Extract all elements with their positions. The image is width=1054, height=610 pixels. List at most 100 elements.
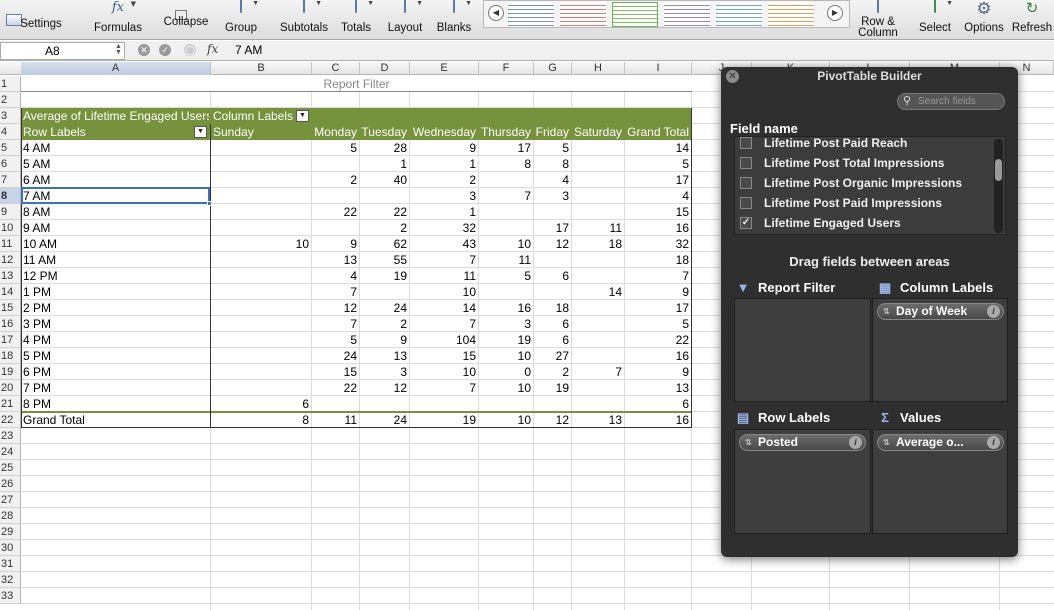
field-list-scrollbar[interactable] [994, 139, 1003, 233]
row-header-11[interactable]: 11 [0, 236, 21, 252]
scroll-thumb[interactable] [995, 159, 1002, 181]
blanks-button[interactable]: ▼ Blanks [435, 0, 473, 40]
row-header-29[interactable]: 29 [0, 524, 21, 540]
field-list[interactable]: Lifetime Post Paid Reach Lifetime Post To… [734, 136, 1006, 235]
row-header-20[interactable]: 20 [0, 380, 21, 396]
options-button[interactable]: ⚙ Options [962, 0, 1006, 40]
row-header-5[interactable]: 5 [0, 140, 21, 156]
row-header-14[interactable]: 14 [0, 284, 21, 300]
field-item[interactable]: Lifetime Post Total Impressions [735, 153, 993, 173]
row-header-8[interactable]: 8 [0, 188, 21, 204]
collapse-button[interactable]: Collapse [148, 0, 216, 40]
checkbox-icon[interactable] [740, 177, 752, 189]
report-filter-cell[interactable]: Report Filter [21, 76, 692, 92]
report-filter-area[interactable] [734, 298, 871, 402]
row-header-9[interactable]: 9 [0, 204, 21, 220]
selected-cell-a8[interactable] [21, 187, 210, 204]
column-labels-area[interactable]: ⇅ Day of Week i [872, 298, 1008, 402]
subtotals-button[interactable]: ▼ Subtotals [278, 0, 330, 40]
select-button[interactable]: ▼ Select [914, 0, 956, 40]
column-header-a[interactable]: A [21, 62, 211, 75]
column-header-h[interactable]: H [572, 62, 625, 75]
enter-icon[interactable]: ✓ [159, 44, 171, 56]
column-header-i[interactable]: I [625, 62, 692, 75]
cancel-icon[interactable]: ✕ [138, 44, 150, 56]
report-filter-text: Report Filter [758, 280, 836, 295]
style-swatch-1[interactable] [508, 2, 554, 27]
column-header-c[interactable]: C [312, 62, 360, 75]
fx-icon[interactable]: fx [207, 42, 218, 56]
info-icon[interactable]: i [987, 436, 1000, 449]
field-item[interactable]: Lifetime Post Paid Reach [735, 137, 993, 153]
row-header-7[interactable]: 7 [0, 172, 21, 188]
scroll-left-icon[interactable]: ◀ [488, 5, 504, 21]
row-header-27[interactable]: 27 [0, 492, 21, 508]
row-header-6[interactable]: 6 [0, 156, 21, 172]
style-swatch-5[interactable] [716, 2, 762, 27]
style-swatch-3[interactable] [612, 2, 658, 27]
row-header-3[interactable]: 3 [0, 108, 21, 124]
info-icon[interactable]: i [849, 436, 862, 449]
values-area[interactable]: ⇅ Average o... i [872, 429, 1008, 534]
formula-builder-icon[interactable]: ◯ [184, 44, 196, 56]
row-header-15[interactable]: 15 [0, 300, 21, 316]
style-swatch-4[interactable] [664, 2, 710, 27]
row-header-10[interactable]: 10 [0, 220, 21, 236]
day-of-week-chip[interactable]: ⇅ Day of Week i [877, 303, 1004, 320]
row-header-12[interactable]: 12 [0, 252, 21, 268]
group-button[interactable]: ▼ Group [222, 0, 260, 40]
column-header-b[interactable]: B [211, 62, 312, 75]
field-item[interactable]: ✓ Lifetime Engaged Users [735, 213, 993, 233]
layout-button[interactable]: ▼ Layout [385, 0, 425, 40]
row-header-28[interactable]: 28 [0, 508, 21, 524]
row-header-4[interactable]: 4 [0, 124, 21, 140]
style-swatch-2[interactable] [560, 2, 606, 27]
search-field[interactable]: ⚲ Search fields [897, 93, 1005, 110]
name-box[interactable]: A8 [0, 42, 125, 60]
row-header-30[interactable]: 30 [0, 540, 21, 556]
info-icon[interactable]: i [987, 305, 1000, 318]
fill-handle[interactable] [207, 201, 212, 206]
name-box-stepper-icon[interactable]: ▲ ▼ [115, 43, 122, 56]
average-chip[interactable]: ⇅ Average o... i [877, 434, 1004, 451]
row-header-16[interactable]: 16 [0, 316, 21, 332]
row-header-19[interactable]: 19 [0, 364, 21, 380]
row-header-26[interactable]: 26 [0, 476, 21, 492]
row-header-25[interactable]: 25 [0, 460, 21, 476]
row-header-2[interactable]: 2 [0, 92, 21, 108]
row-labels-area[interactable]: ⇅ Posted i [734, 429, 871, 534]
formula-input[interactable]: 7 AM [235, 43, 262, 57]
formulas-button[interactable]: fx ▼ Formulas [94, 0, 142, 40]
row-header-32[interactable]: 32 [0, 572, 21, 588]
column-header-e[interactable]: E [410, 62, 479, 75]
checkbox-icon[interactable] [740, 157, 752, 169]
row-header-18[interactable]: 18 [0, 348, 21, 364]
column-header-d[interactable]: D [360, 62, 410, 75]
scroll-right-icon[interactable]: ▶ [827, 5, 843, 21]
checkbox-icon[interactable] [740, 137, 752, 149]
totals-button[interactable]: ▼ Totals [337, 0, 375, 40]
checkbox-icon[interactable] [740, 197, 752, 209]
row-header-24[interactable]: 24 [0, 444, 21, 460]
row-header-22[interactable]: 22 [0, 412, 21, 428]
column-header-g[interactable]: G [534, 62, 572, 75]
row-header-23[interactable]: 23 [0, 428, 21, 444]
posted-chip[interactable]: ⇅ Posted i [739, 434, 866, 451]
row-header-31[interactable]: 31 [0, 556, 21, 572]
style-swatch-6[interactable] [768, 2, 814, 27]
row-header-13[interactable]: 13 [0, 268, 21, 284]
checkbox-icon[interactable]: ✓ [740, 217, 752, 229]
pivot-styles-gallery[interactable]: ◀ ▶ [483, 0, 850, 28]
column-header-f[interactable]: F [479, 62, 534, 75]
settings-button[interactable]: Settings [0, 0, 72, 40]
row-header-17[interactable]: 17 [0, 332, 21, 348]
row-header-1[interactable]: 1 [0, 76, 21, 92]
layout-icon: ▼ [393, 0, 423, 20]
field-item[interactable]: Lifetime Post Paid Impressions [735, 193, 993, 213]
field-item[interactable]: Lifetime Post Organic Impressions [735, 173, 993, 193]
row-header-33[interactable]: 33 [0, 588, 21, 604]
refresh-button[interactable]: ↻ Refresh [1010, 0, 1054, 40]
row-column-button[interactable]: Row & Column [856, 0, 900, 40]
columns-icon: ▦ [878, 280, 892, 295]
row-header-21[interactable]: 21 [0, 396, 21, 412]
